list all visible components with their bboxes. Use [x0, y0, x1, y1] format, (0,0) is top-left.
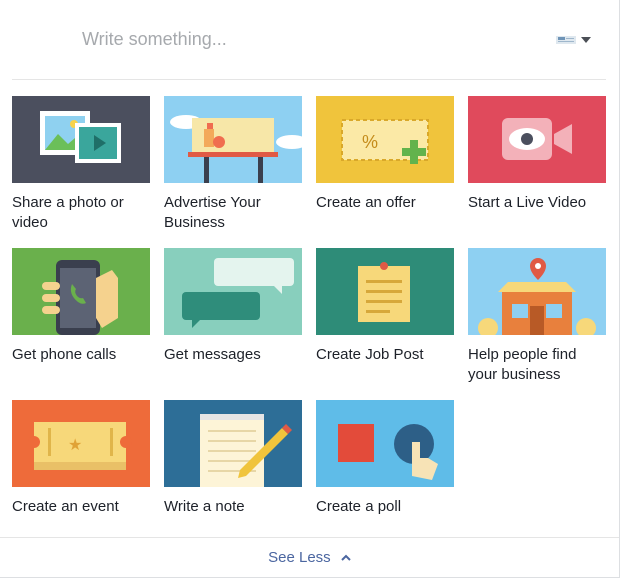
poll-icon: [316, 400, 454, 487]
tile-label: Create an offer: [316, 194, 416, 211]
photo-video-icon: [12, 96, 150, 183]
phone-call-icon: [12, 248, 150, 335]
tile-live-video[interactable]: Start a Live Video: [468, 96, 606, 213]
event-ticket-icon: ★: [12, 400, 150, 487]
tile-create-offer[interactable]: % Create an offer: [316, 96, 454, 213]
tile-job-post[interactable]: Create Job Post: [316, 248, 454, 365]
see-less-button[interactable]: See Less: [0, 549, 619, 566]
live-video-icon: [468, 96, 606, 183]
svg-text:%: %: [362, 132, 378, 152]
note-pencil-icon: [164, 400, 302, 487]
divider: [12, 79, 606, 80]
tile-share-photo-video[interactable]: Share a photo or video: [12, 96, 150, 233]
create-post-panel: Write something... Share a photo or vide…: [0, 0, 620, 578]
tile-label: Advertise Your Business: [164, 194, 261, 231]
tile-label: Write a note: [164, 498, 245, 515]
tile-create-event[interactable]: ★ Create an event: [12, 400, 150, 517]
job-post-icon: [316, 248, 454, 335]
tile-write-note[interactable]: Write a note: [164, 400, 302, 517]
tile-find-business[interactable]: Help people find your business: [468, 248, 606, 385]
post-composer[interactable]: Write something...: [0, 0, 619, 80]
tile-label: Create Job Post: [316, 346, 424, 363]
svg-text:★: ★: [68, 435, 82, 454]
tile-label: Share a photo or video: [12, 194, 124, 231]
tile-advertise-business[interactable]: Advertise Your Business: [164, 96, 302, 233]
messages-icon: [164, 248, 302, 335]
tile-label: Create an event: [12, 498, 119, 515]
tile-label: Create a poll: [316, 498, 402, 515]
tile-create-poll[interactable]: Create a poll: [316, 400, 454, 517]
tile-label: Get phone calls: [12, 346, 117, 363]
page-flag-icon: [556, 36, 576, 44]
billboard-icon: [164, 96, 302, 183]
audience-selector[interactable]: [556, 34, 591, 46]
tile-label: Start a Live Video: [468, 194, 587, 211]
tile-get-messages[interactable]: Get messages: [164, 248, 302, 365]
composer-input[interactable]: Write something...: [82, 29, 227, 50]
tile-phone-calls[interactable]: Get phone calls: [12, 248, 150, 365]
footer-divider: [0, 537, 619, 538]
see-less-label: See Less: [268, 549, 331, 566]
offer-coupon-icon: %: [316, 96, 454, 183]
tile-label: Help people find your business: [468, 346, 577, 383]
tile-label: Get messages: [164, 346, 261, 363]
chevron-down-icon: [581, 37, 591, 43]
store-location-icon: [468, 248, 606, 335]
chevron-up-icon: [341, 554, 351, 561]
